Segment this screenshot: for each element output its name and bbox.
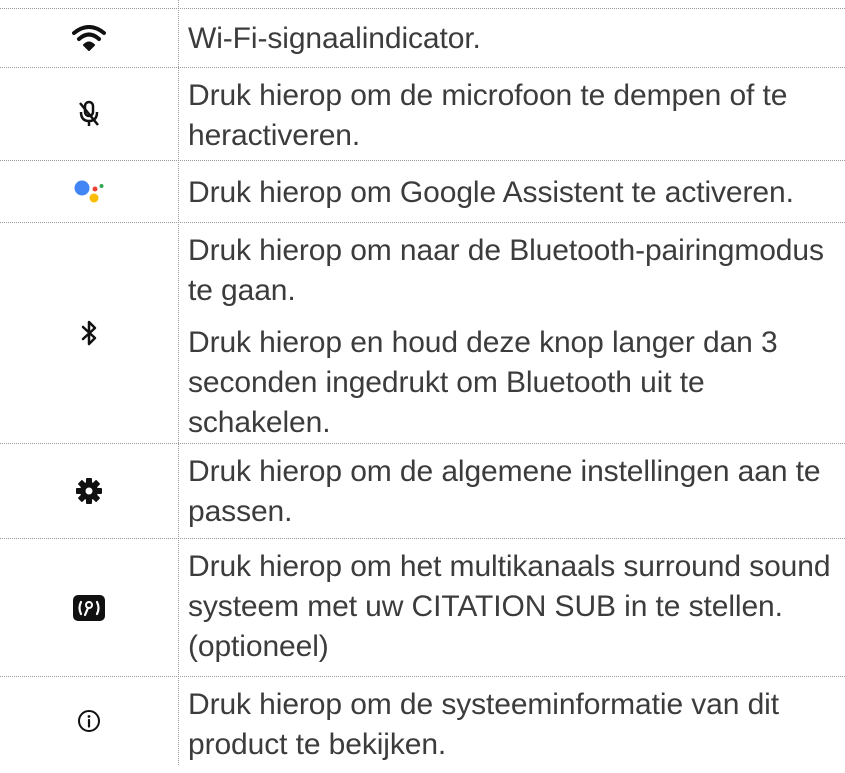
icon-cell [0, 161, 178, 222]
description-cell: Druk hierop om de algemene instellingen … [188, 444, 838, 546]
description-cell: Druk hierop om de systeeminformatie van … [188, 677, 838, 773]
description-cell: Druk hierop om naar de Bluetooth-pairing… [188, 223, 838, 451]
table-row: Druk hierop om Google Assistent te activ… [0, 161, 845, 223]
table-row: Druk hierop om het multikanaals surround… [0, 539, 845, 677]
google-assistant-icon [73, 178, 105, 206]
icon-cell [0, 9, 178, 67]
description-text: Druk hierop om de algemene instellingen … [188, 455, 821, 528]
description-cell: Druk hierop om de microfoon te dempen of… [188, 68, 838, 168]
description-text: Druk hierop om Google Assistent te activ… [188, 176, 794, 209]
bluetooth-icon [80, 319, 98, 347]
icon-cell [0, 677, 178, 765]
description-text: Wi-Fi-signaalindicator. [188, 22, 481, 55]
table-row: Druk hierop om naar de Bluetooth-pairing… [0, 223, 845, 444]
info-icon [77, 709, 101, 733]
icon-cell [0, 68, 178, 160]
icon-description-table: Wi-Fi-signaalindicator. Druk hierop om d… [0, 0, 845, 765]
description-cell: Druk hierop om het multikanaals surround… [188, 539, 838, 684]
description-text: Druk hierop om het multikanaals surround… [188, 550, 831, 663]
icon-cell [0, 539, 178, 676]
description-text: Druk hierop om naar de Bluetooth-pairing… [188, 234, 824, 307]
description-text: Druk hierop om de systeeminformatie van … [188, 688, 779, 761]
table-row: Druk hierop om de algemene instellingen … [0, 444, 845, 539]
table-row: Wi-Fi-signaalindicator. [0, 8, 845, 68]
description-cell: Wi-Fi-signaalindicator. [188, 9, 838, 77]
column-divider [178, 0, 179, 765]
surround-sound-icon [72, 594, 106, 622]
description-text: Druk hierop om de microfoon te dempen of… [188, 79, 788, 152]
description-text: Druk hierop en houd deze knop langer dan… [188, 326, 778, 439]
wifi-icon [72, 25, 106, 51]
gear-icon [75, 477, 103, 505]
table-row: Druk hierop om de systeeminformatie van … [0, 677, 845, 765]
icon-cell [0, 444, 178, 538]
table-row: Druk hierop om de microfoon te dempen of… [0, 68, 845, 161]
microphone-mute-icon [77, 100, 101, 128]
icon-cell [0, 223, 178, 443]
